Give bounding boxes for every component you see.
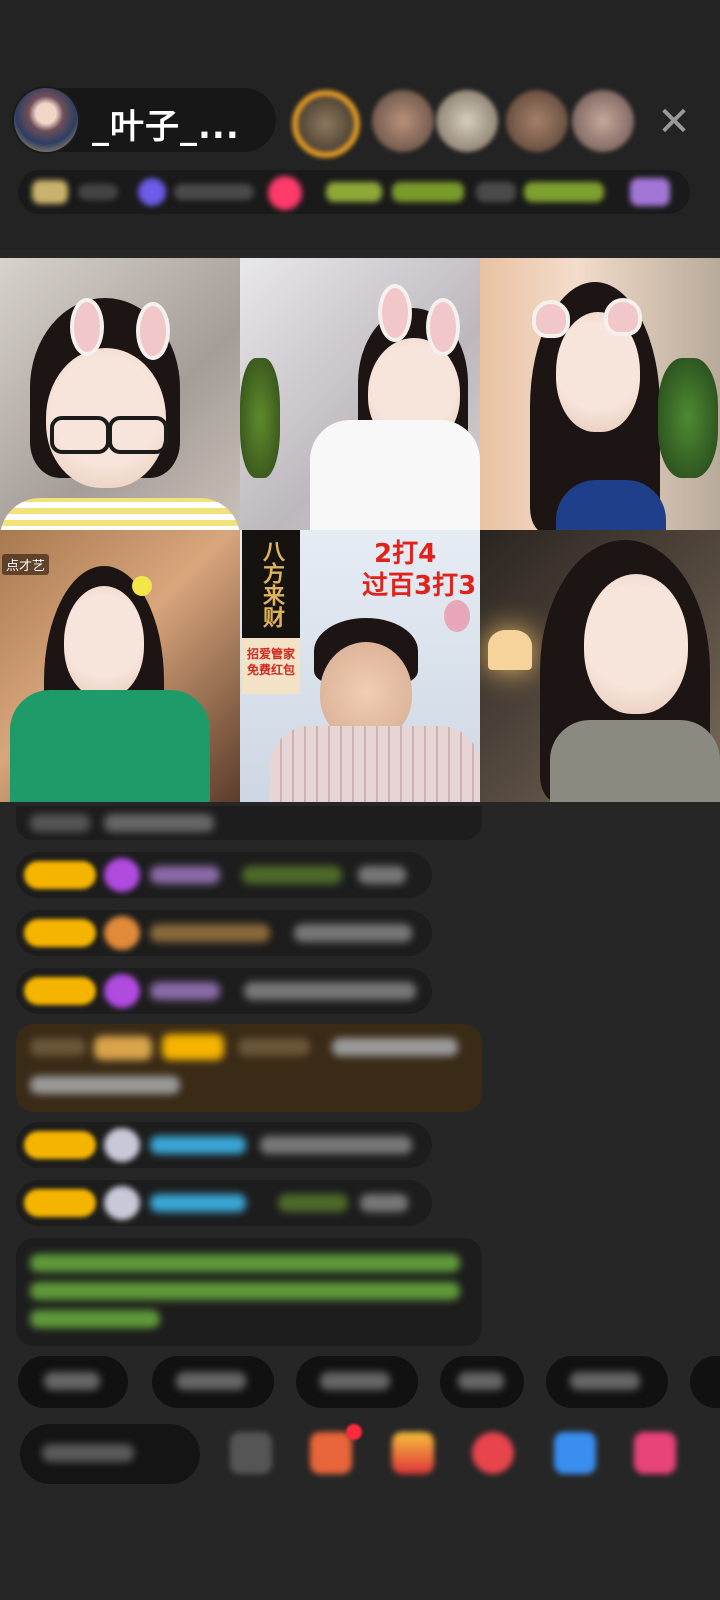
close-icon[interactable]: ✕ bbox=[652, 100, 696, 144]
emoji-icon[interactable] bbox=[230, 1432, 272, 1474]
plant-decoration bbox=[240, 358, 280, 478]
guest-shirt bbox=[0, 498, 240, 530]
glasses-icon bbox=[108, 416, 168, 454]
quick-reply-button[interactable] bbox=[546, 1356, 668, 1408]
guest-face bbox=[584, 574, 688, 714]
top-viewer-avatar-5[interactable] bbox=[572, 90, 634, 152]
cat-ear-icon bbox=[532, 300, 570, 338]
guest-video-5[interactable]: 八方来财 招爱管家 免费红包 2打4 过百3打3 bbox=[240, 530, 480, 802]
user-level-badge bbox=[24, 977, 96, 1005]
chat-message[interactable] bbox=[16, 852, 432, 898]
game-rule-line-1: 2打4 bbox=[374, 539, 437, 569]
user-level-badge bbox=[24, 919, 96, 947]
chat-message[interactable] bbox=[16, 806, 482, 840]
guest-shirt bbox=[10, 690, 210, 802]
gift-box-icon[interactable] bbox=[310, 1432, 352, 1474]
balloon-icon bbox=[444, 600, 470, 632]
guest-video-1[interactable] bbox=[0, 258, 240, 530]
guest-shirt bbox=[310, 420, 480, 530]
chat-message[interactable] bbox=[16, 1180, 432, 1226]
red-envelope-sign: 招爱管家 免费红包 bbox=[242, 638, 300, 694]
chat-message[interactable] bbox=[16, 1122, 432, 1168]
chat-message[interactable] bbox=[16, 910, 432, 956]
user-level-badge bbox=[24, 1131, 96, 1159]
plant-decoration bbox=[658, 358, 718, 478]
bunny-ear-icon bbox=[426, 298, 460, 356]
quick-reply-button[interactable] bbox=[18, 1356, 128, 1408]
user-avatar-icon bbox=[104, 1186, 140, 1220]
guest-face bbox=[64, 586, 144, 698]
multi-guest-video-grid: 点才艺 八方来财 招爱管家 免费红包 2打4 过百3打3 bbox=[0, 258, 720, 802]
game-icon[interactable] bbox=[472, 1432, 514, 1474]
gift-icon[interactable] bbox=[634, 1432, 676, 1474]
user-level-badge bbox=[24, 1189, 96, 1217]
guest-shirt bbox=[556, 480, 666, 530]
system-notice bbox=[16, 1238, 482, 1346]
top-bar: _叶子_... ✕ bbox=[0, 0, 720, 250]
chat-message[interactable] bbox=[16, 968, 432, 1014]
guest-video-6[interactable] bbox=[480, 530, 720, 802]
quick-reply-button[interactable] bbox=[296, 1356, 418, 1408]
bunny-ear-icon bbox=[378, 284, 412, 342]
cat-ear-icon bbox=[604, 298, 642, 336]
guest-video-2[interactable] bbox=[240, 258, 480, 530]
guest-video-label: 点才艺 bbox=[2, 554, 50, 575]
top-viewer-avatar-4[interactable] bbox=[506, 90, 568, 152]
flower-hairpin-icon bbox=[132, 576, 152, 596]
chat-message-highlighted[interactable] bbox=[16, 1024, 482, 1112]
chat-bubble-icon[interactable] bbox=[554, 1432, 596, 1474]
host-avatar[interactable] bbox=[14, 88, 78, 152]
bunny-ear-icon bbox=[70, 298, 104, 356]
notification-dot bbox=[346, 1424, 362, 1440]
top-viewer-avatar-1[interactable] bbox=[292, 90, 360, 158]
room-info-strip[interactable] bbox=[18, 170, 690, 214]
host-name[interactable]: _叶子_... bbox=[92, 99, 240, 148]
guest-video-4[interactable]: 点才艺 bbox=[0, 530, 240, 802]
lucky-bag-icon[interactable] bbox=[392, 1432, 434, 1474]
lamp-decoration bbox=[488, 630, 532, 670]
purple-gem-icon bbox=[104, 974, 140, 1008]
guest-shirt bbox=[270, 726, 480, 802]
user-avatar-icon bbox=[104, 1128, 140, 1162]
chat-input[interactable] bbox=[20, 1424, 200, 1484]
top-viewer-avatar-2[interactable] bbox=[372, 90, 434, 152]
top-viewer-avatar-3[interactable] bbox=[436, 90, 498, 152]
glasses-icon bbox=[50, 416, 110, 454]
guest-shirt bbox=[550, 720, 720, 802]
guest-video-3[interactable] bbox=[480, 258, 720, 530]
quick-reply-button[interactable] bbox=[690, 1356, 720, 1408]
host-info-pill[interactable]: _叶子_... bbox=[14, 88, 276, 152]
quick-reply-button[interactable] bbox=[440, 1356, 524, 1408]
purple-gem-icon bbox=[104, 858, 140, 892]
bottom-action-bar bbox=[0, 1424, 720, 1486]
quick-reply-button[interactable] bbox=[152, 1356, 274, 1408]
game-rule-line-2: 过百3打3 bbox=[362, 571, 477, 601]
fortune-banner: 八方来财 bbox=[242, 530, 300, 638]
bunny-ear-icon bbox=[136, 302, 170, 360]
orange-gem-icon bbox=[104, 916, 140, 950]
user-level-badge bbox=[24, 861, 96, 889]
quick-reply-row bbox=[0, 1356, 720, 1412]
